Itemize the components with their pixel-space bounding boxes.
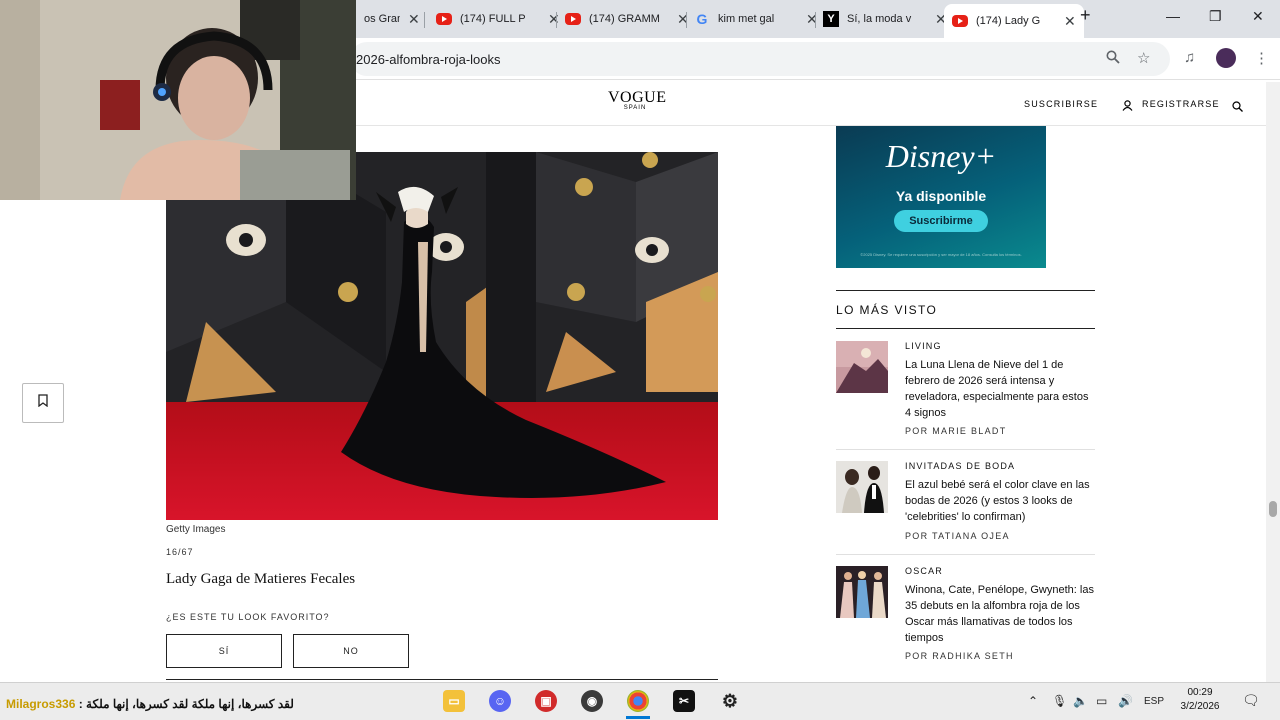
youtube-icon <box>565 13 581 25</box>
article-headline[interactable]: El azul bebé será el color clave en las … <box>905 477 1095 525</box>
system-clock[interactable]: 00:29 3/2/2026 <box>1168 686 1232 714</box>
network-icon[interactable]: ▭ <box>1096 694 1107 708</box>
article-headline[interactable]: Winona, Cate, Penélope, Gwyneth: las 35 … <box>905 582 1095 646</box>
scrollbar-thumb[interactable] <box>1269 501 1277 517</box>
file-explorer-icon[interactable]: ▭ <box>443 690 465 712</box>
article-thumbnail[interactable] <box>836 461 888 513</box>
bookmark-icon <box>38 394 48 412</box>
new-tab-button[interactable]: + <box>1080 5 1091 26</box>
minimize-icon[interactable]: — <box>1166 8 1180 24</box>
look-title: Lady Gaga de Matieres Fecales <box>166 571 356 587</box>
active-app-indicator <box>626 716 650 719</box>
favorite-question: ¿ES ESTE TU LOOK FAVORITO? <box>166 612 330 622</box>
url-text[interactable]: 2026-alfombra-roja-looks <box>356 52 501 67</box>
vote-no-button[interactable]: NO <box>293 634 409 668</box>
bookmark-star-icon[interactable]: ☆ <box>1137 49 1150 67</box>
discord-icon[interactable]: ☺ <box>489 690 511 712</box>
chrome-icon[interactable] <box>627 690 649 712</box>
most-viewed-item[interactable]: LIVING La Luna Llena de Nieve del 1 de f… <box>836 341 1095 441</box>
article-category[interactable]: LIVING <box>905 341 942 351</box>
bookmark-button[interactable] <box>22 383 64 423</box>
register-link[interactable]: REGISTRARSE <box>1142 99 1220 109</box>
obs-icon[interactable]: ◉ <box>581 690 603 712</box>
search-icon[interactable] <box>1232 99 1243 117</box>
tab-title: kim met gal <box>718 13 775 25</box>
google-icon: G <box>696 11 708 27</box>
subscribe-link[interactable]: SUSCRIBIRSE <box>1024 99 1098 109</box>
gallery-photo[interactable] <box>166 152 718 520</box>
browser-tab[interactable]: G kim met gal ✕ <box>686 6 826 32</box>
browser-tab[interactable]: Y Sí, la moda v ✕ <box>815 6 955 32</box>
tab-title: Sí, la moda v <box>847 13 912 25</box>
tab-title: os Gran <box>364 13 400 25</box>
article-thumbnail[interactable] <box>836 566 888 618</box>
ad-fine-print: ©2025 Disney. Se requiere una suscripció… <box>860 252 1022 257</box>
clock-date: 3/2/2026 <box>1180 701 1220 712</box>
settings-gear-icon[interactable]: ⚙ <box>719 690 741 712</box>
restore-icon[interactable]: ❐ <box>1209 8 1222 25</box>
tab-title: (174) Lady G <box>976 15 1041 27</box>
browser-tab[interactable]: (174) FULL P ✕ <box>428 6 568 32</box>
volume-mixer-icon[interactable]: 🔈 <box>1073 694 1088 708</box>
article-author[interactable]: POR TATIANA OJEA <box>905 531 1010 541</box>
article-thumbnail[interactable] <box>836 341 888 393</box>
menu-kebab-icon[interactable]: ⋮ <box>1254 49 1269 67</box>
most-viewed-item[interactable]: INVITADAS DE BODA El azul bebé será el c… <box>836 461 1095 541</box>
tray-chevron-icon[interactable]: ⌃ <box>1028 694 1038 708</box>
user-icon <box>1122 98 1133 116</box>
zoom-icon[interactable] <box>1106 50 1120 68</box>
logo-subtext: SPAIN <box>623 105 647 111</box>
browser-tab[interactable]: (174) GRAMM ✕ <box>557 6 697 32</box>
most-viewed-title: LO MÁS VISTO <box>836 290 1095 329</box>
tab-title: (174) FULL P <box>460 13 526 25</box>
tab-title: (174) GRAMM <box>589 13 660 25</box>
vogue-logo[interactable]: VOGUE SPAIN <box>608 90 666 112</box>
article-author[interactable]: POR RADHIKA SETH <box>905 651 1014 661</box>
media-control-icon[interactable]: ♫ <box>1184 49 1195 66</box>
clock-time: 00:29 <box>1187 687 1213 698</box>
browser-tab-active[interactable]: (174) Lady G ✕ <box>944 4 1084 38</box>
ad-tagline: Ya disponible <box>895 188 987 204</box>
tab-close-icon[interactable]: ✕ <box>1064 13 1076 30</box>
ad-brand: Disney+ <box>885 138 997 174</box>
vote-yes-button[interactable]: SÍ <box>166 634 282 668</box>
close-window-icon[interactable]: ✕ <box>1252 8 1264 25</box>
ad-subscribe-button[interactable]: Suscribirme <box>894 210 988 232</box>
profile-avatar[interactable] <box>1216 48 1236 68</box>
photo-credit: Getty Images <box>166 524 226 535</box>
webcam-overlay <box>0 0 356 200</box>
page-scrollbar[interactable] <box>1266 82 1280 682</box>
divider <box>836 449 1095 450</box>
divider <box>836 554 1095 555</box>
article-category[interactable]: OSCAR <box>905 566 943 576</box>
slide-counter: 16/67 <box>166 547 194 557</box>
youtube-icon <box>952 15 968 27</box>
notification-icon[interactable]: 🗨 <box>1242 692 1260 709</box>
disney-plus-ad[interactable]: Disney+ Ya disponible Suscribirme ©2025 … <box>836 126 1046 268</box>
divider <box>166 679 718 680</box>
app-red-icon[interactable]: ▣ <box>535 690 557 712</box>
most-viewed-item[interactable]: OSCAR Winona, Cate, Penélope, Gwyneth: l… <box>836 566 1095 666</box>
tab-close-icon[interactable]: ✕ <box>408 11 420 28</box>
article-author[interactable]: POR MARIE BLADT <box>905 426 1007 436</box>
yahoo-icon: Y <box>823 11 839 27</box>
ticker-text: : لقد كسرها، إنها ملكة لقد كسرها، إنها م… <box>75 697 294 711</box>
article-category[interactable]: INVITADAS DE BODA <box>905 461 1015 471</box>
microphone-icon[interactable]: 🎙 <box>1052 694 1067 708</box>
speaker-icon[interactable]: 🔊 <box>1118 694 1133 708</box>
logo-text: VOGUE <box>608 89 667 106</box>
chat-ticker: Milagros336 : لقد كسرها، إنها ملكة لقد ك… <box>6 697 294 711</box>
language-indicator[interactable]: ESP <box>1144 696 1164 707</box>
article-headline[interactable]: La Luna Llena de Nieve del 1 de febrero … <box>905 357 1095 421</box>
ticker-user: Milagros336 <box>6 697 76 711</box>
capcut-icon[interactable]: ✂ <box>673 690 695 712</box>
browser-tab[interactable]: os Gran ✕ <box>356 6 428 32</box>
youtube-icon <box>436 13 452 25</box>
